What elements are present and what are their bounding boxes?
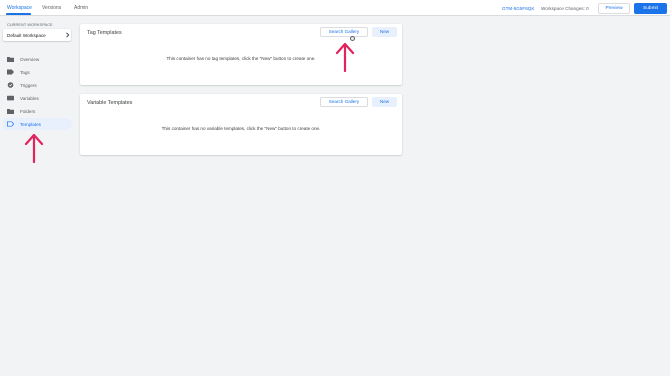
sidebar-item-label: Templates bbox=[20, 121, 41, 127]
search-gallery-button[interactable]: Search Gallery bbox=[320, 27, 368, 37]
submit-button[interactable]: Submit bbox=[634, 3, 667, 14]
card-title: Tag Templates bbox=[87, 30, 122, 36]
current-workspace-label: CURRENT WORKSPACE bbox=[7, 23, 53, 27]
search-gallery-button[interactable]: Search Gallery bbox=[320, 97, 368, 107]
sidebar-item-label: Tags bbox=[20, 69, 30, 75]
sidebar-item-variables[interactable]: Variables bbox=[3, 92, 72, 104]
template-icon bbox=[7, 121, 14, 127]
sidebar-item-label: Overview bbox=[20, 56, 40, 62]
new-button[interactable]: New bbox=[372, 27, 397, 37]
sidebar-item-templates[interactable]: Templates bbox=[3, 118, 72, 130]
workspace-changes: Workspace Changes: 0 bbox=[541, 6, 589, 11]
sidebar-item-label: Variables bbox=[20, 95, 39, 101]
container-id[interactable]: GTM-5G5F6QK bbox=[502, 6, 534, 11]
folder-icon bbox=[7, 109, 14, 114]
sidebar-item-overview[interactable]: Overview bbox=[3, 53, 72, 65]
workspace-name: Default Workspace bbox=[7, 32, 46, 38]
card-title: Variable Templates bbox=[87, 100, 133, 106]
tab-admin[interactable]: Admin bbox=[74, 5, 88, 11]
mouse-cursor bbox=[350, 36, 355, 41]
sidebar-item-tags[interactable]: Tags bbox=[3, 66, 72, 78]
annotation-arrow-icon bbox=[24, 133, 44, 163]
active-tab-indicator bbox=[6, 13, 31, 15]
sidebar-item-label: Folders bbox=[20, 108, 36, 114]
folder-icon bbox=[7, 57, 14, 62]
tag-icon bbox=[7, 69, 14, 75]
tab-workspace[interactable]: Workspace bbox=[7, 5, 32, 11]
sidebar-item-label: Triggers bbox=[20, 82, 37, 88]
preview-button[interactable]: Preview bbox=[598, 3, 630, 14]
top-bar: Workspace Versions Admin GTM-5G5F6QK Wor… bbox=[0, 0, 670, 16]
sidebar-item-triggers[interactable]: Triggers bbox=[3, 79, 72, 91]
new-button[interactable]: New bbox=[372, 97, 397, 107]
trigger-icon bbox=[7, 82, 14, 88]
empty-message: This container has no variable templates… bbox=[161, 126, 321, 131]
variable-templates-card: Variable Templates Search Gallery New Th… bbox=[80, 94, 402, 155]
variables-icon bbox=[7, 95, 14, 101]
workspace-selector[interactable]: Default Workspace bbox=[3, 29, 71, 41]
sidebar-item-folders[interactable]: Folders bbox=[3, 105, 72, 117]
chevron-right-icon bbox=[66, 31, 70, 38]
tab-versions[interactable]: Versions bbox=[42, 5, 61, 11]
annotation-arrow-icon bbox=[335, 42, 355, 72]
